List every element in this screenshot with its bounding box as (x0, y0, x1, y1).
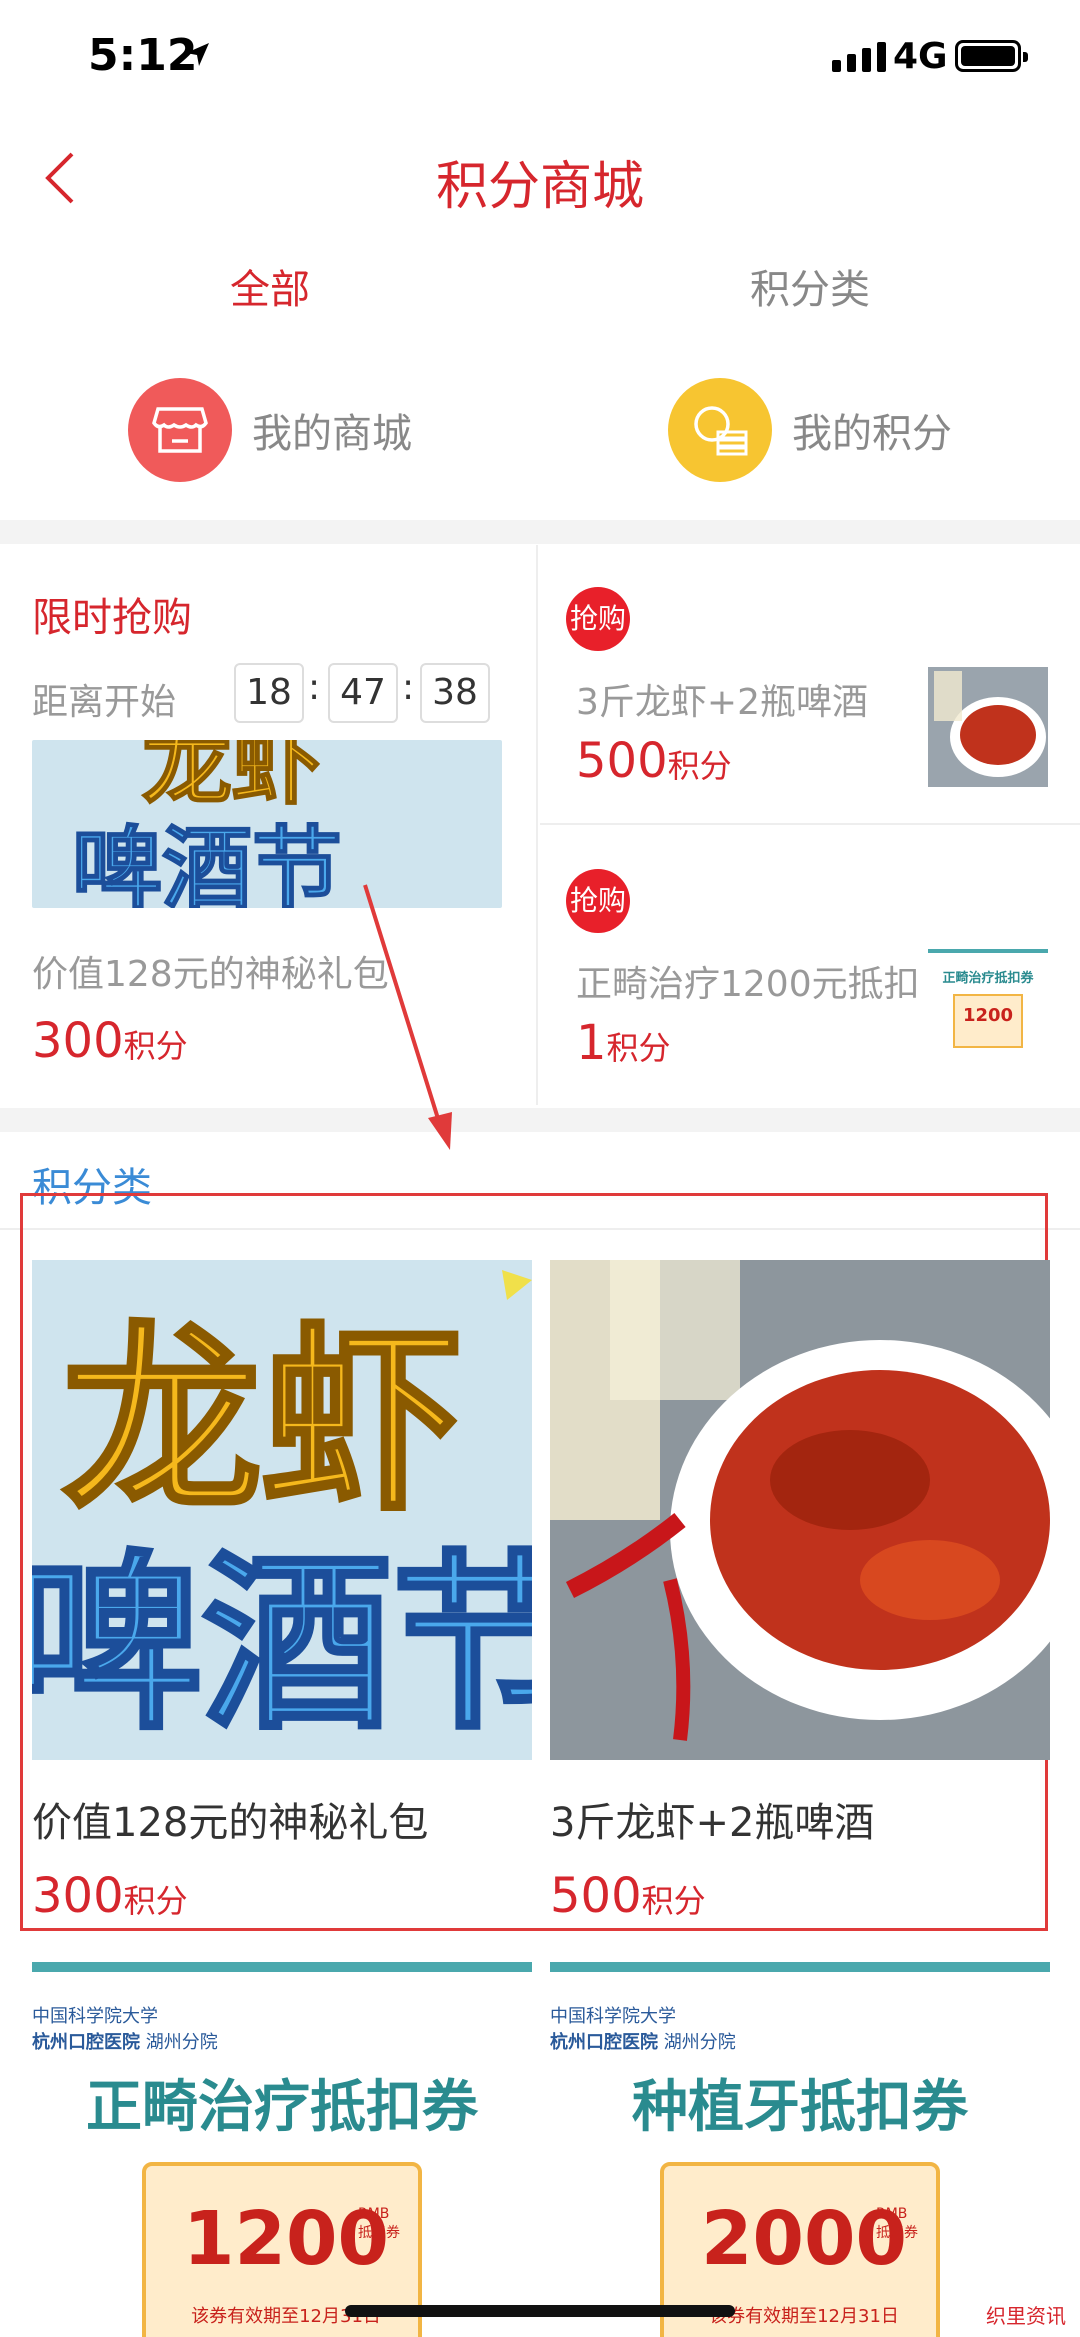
battery-icon (955, 40, 1028, 72)
countdown-seconds: 38 (420, 663, 490, 723)
tab-bar: 全部 积分类 (0, 235, 1080, 345)
flash-sale-banner: 龙虾 啤酒节 (32, 740, 502, 908)
banner-text-lobster: 龙虾 (62, 1305, 462, 1538)
product-price: 300积分 (32, 1868, 188, 1924)
hospital-logo: 中国科学院大学 杭州口腔医院 湖州分院 (32, 2006, 218, 2053)
countdown-hours: 18 (234, 663, 304, 723)
screen: { "status_bar": {"time": "5:12", "networ… (0, 0, 1080, 2337)
cellular-signal-icon (832, 42, 886, 72)
countdown-label: 距离开始 (32, 682, 177, 723)
banner-text-beer: 啤酒节 (72, 817, 342, 908)
home-indicator[interactable] (345, 2305, 735, 2317)
section-divider (0, 1108, 1080, 1132)
my-store-shortcut[interactable]: 我的商城 (0, 360, 540, 500)
rush-badge: 抢购 (566, 869, 630, 933)
crayfish-thumbnail (928, 667, 1048, 787)
coins-icon (668, 378, 772, 482)
flash-sale-title: 限时抢购 (32, 595, 192, 641)
my-points-label: 我的积分 (792, 411, 952, 457)
product-card[interactable]: 3斤龙虾+2瓶啤酒 500积分 (550, 1260, 1050, 1924)
hospital-logo: 中国科学院大学 杭州口腔医院 湖州分院 (550, 2006, 736, 2053)
flash-sale-item[interactable]: 抢购 正畸治疗1200元抵扣 1积分 正畸治疗抵扣券 1200 (540, 827, 1080, 1107)
flash-item-name: 价值128元的神秘礼包 (32, 954, 389, 995)
flash-sale-main[interactable]: 限时抢购 距离开始 18 : 47 : 38 龙虾 啤酒节 价值128元的神秘礼… (0, 545, 538, 1105)
flash-sale-section: 限时抢购 距离开始 18 : 47 : 38 龙虾 啤酒节 价值128元的神秘礼… (0, 545, 1080, 1105)
product-image: 龙虾 啤酒节 (32, 1260, 532, 1760)
store-icon (128, 378, 232, 482)
banner-text-lobster: 龙虾 (142, 740, 322, 817)
product-name: 价值128元的神秘礼包 (32, 1800, 429, 1846)
shortcut-row: 我的商城 我的积分 (0, 360, 1080, 500)
flash-item-price: 500积分 (576, 733, 732, 789)
product-image (550, 1260, 1050, 1760)
nav-bar: 积分商城 (0, 120, 1080, 235)
countdown-sep: : (402, 667, 415, 708)
page-title: 积分商城 (435, 157, 644, 217)
tab-points-category[interactable]: 积分类 (540, 235, 1080, 345)
location-arrow-icon (186, 43, 209, 66)
coupon-thumbnail: 正畸治疗抵扣券 1200 (928, 949, 1048, 1069)
coupon-card[interactable]: 中国科学院大学 杭州口腔医院 湖州分院 正畸治疗抵扣券 1200 RMB 抵用券 该… (32, 1962, 532, 2337)
product-price: 500积分 (550, 1868, 706, 1924)
watermark-text: 织里资讯 (986, 2304, 1066, 2328)
coupon-card[interactable]: 中国科学院大学 杭州口腔医院 湖州分院 种植牙抵扣券 2000 RMB 抵用券 该券… (550, 1962, 1050, 2337)
flash-item-name: 正畸治疗1200元抵扣 (576, 964, 920, 1005)
coupon-title: 正畸治疗抵扣券 (86, 2075, 478, 2140)
my-points-shortcut[interactable]: 我的积分 (540, 360, 1080, 500)
flash-sale-item[interactable]: 抢购 3斤龙虾+2瓶啤酒 500积分 (540, 545, 1080, 825)
network-type: 4G (893, 36, 948, 77)
product-name: 3斤龙虾+2瓶啤酒 (550, 1800, 875, 1846)
section-divider (0, 520, 1080, 544)
flash-item-name: 3斤龙虾+2瓶啤酒 (576, 682, 868, 723)
status-bar: 5:12 4G (0, 0, 1080, 120)
tab-all[interactable]: 全部 (0, 235, 540, 345)
coupon-title: 种植牙抵扣券 (632, 2075, 968, 2140)
coupon-currency: RMB 抵用券 (358, 2206, 400, 2241)
coupon-currency: RMB 抵用券 (876, 2206, 918, 2241)
flash-item-price: 1积分 (576, 1015, 671, 1071)
flash-item-price: 300积分 (32, 1013, 188, 1069)
countdown-sep: : (308, 667, 321, 708)
countdown-minutes: 47 (328, 663, 398, 723)
product-card[interactable]: 龙虾 啤酒节 价值128元的神秘礼包 300积分 (32, 1260, 532, 1924)
banner-text-beer: 啤酒节 (32, 1534, 532, 1755)
rush-badge: 抢购 (566, 587, 630, 651)
my-store-label: 我的商城 (252, 411, 412, 457)
